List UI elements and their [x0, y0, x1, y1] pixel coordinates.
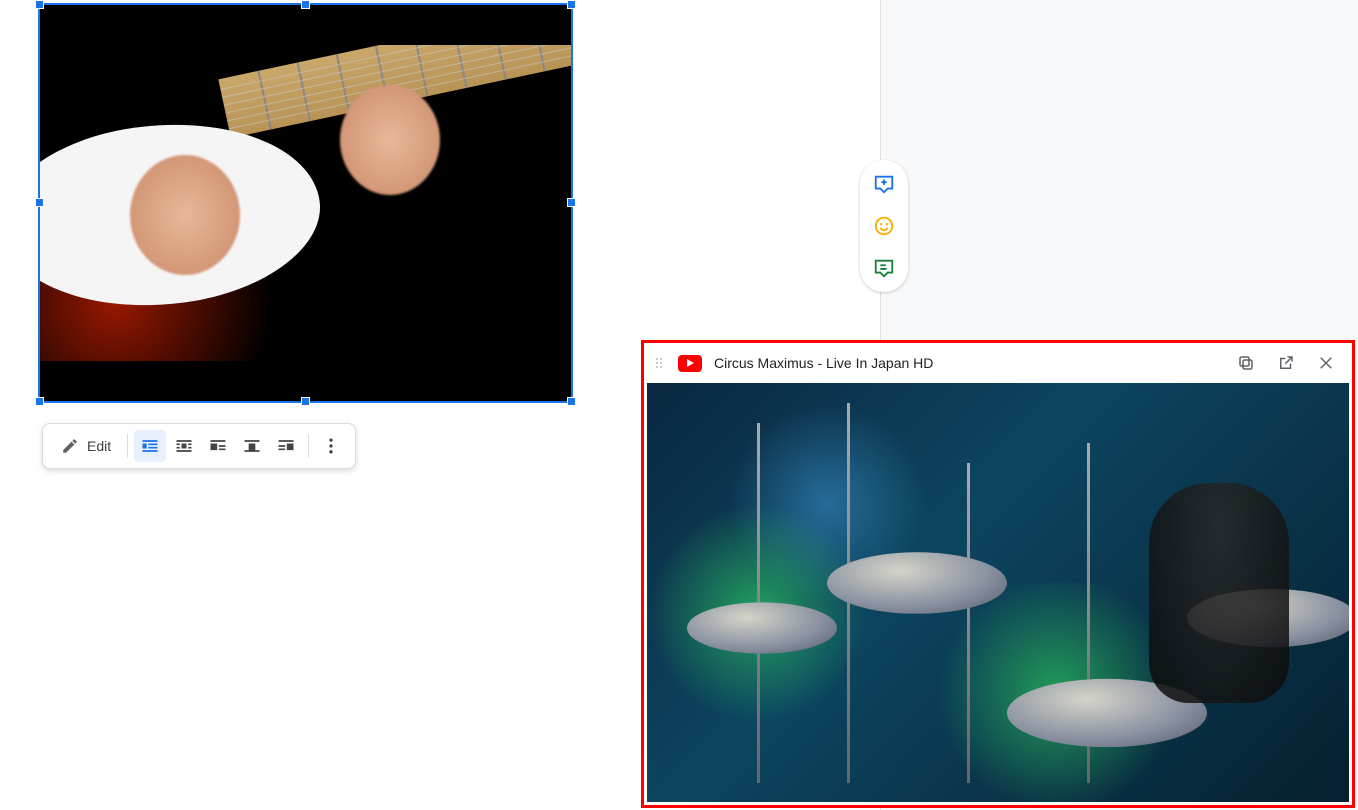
resize-handle-bl[interactable]	[35, 397, 44, 406]
align-center-icon	[242, 436, 262, 456]
wrap-inline-icon	[140, 436, 160, 456]
align-left-button[interactable]	[202, 430, 234, 462]
add-comment-icon	[873, 173, 895, 195]
image-toolbar: Edit	[42, 423, 356, 469]
add-comment-button[interactable]	[868, 168, 900, 200]
pip-video-frame[interactable]	[647, 383, 1349, 802]
copy-icon	[1237, 354, 1255, 372]
resize-handle-br[interactable]	[567, 397, 576, 406]
pip-copy-button[interactable]	[1232, 349, 1260, 377]
resize-handle-tm[interactable]	[301, 0, 310, 9]
more-vert-icon	[321, 436, 341, 456]
toolbar-divider	[308, 434, 309, 458]
more-options-button[interactable]	[315, 430, 347, 462]
emoji-icon	[873, 215, 895, 237]
selected-image-frame[interactable]	[38, 3, 573, 403]
youtube-logo-icon	[678, 355, 702, 372]
drag-handle-icon[interactable]	[656, 358, 666, 368]
pip-popout-button[interactable]	[1272, 349, 1300, 377]
suggest-edit-icon	[873, 257, 895, 279]
wrap-inline-button[interactable]	[134, 430, 166, 462]
align-right-icon	[276, 436, 296, 456]
image-content	[40, 45, 571, 361]
picture-in-picture-player[interactable]: Circus Maximus - Live In Japan HD	[641, 340, 1355, 808]
emoji-react-button[interactable]	[868, 210, 900, 242]
align-left-icon	[208, 436, 228, 456]
resize-handle-bm[interactable]	[301, 397, 310, 406]
side-action-rail	[860, 160, 908, 292]
resize-handle-ml[interactable]	[35, 198, 44, 207]
align-right-button[interactable]	[270, 430, 302, 462]
resize-handle-tl[interactable]	[35, 0, 44, 9]
align-center-button[interactable]	[236, 430, 268, 462]
popout-icon	[1277, 354, 1295, 372]
edit-button-label: Edit	[87, 438, 111, 454]
edit-button[interactable]: Edit	[51, 430, 121, 462]
toolbar-divider	[127, 434, 128, 458]
wrap-break-icon	[174, 436, 194, 456]
pip-video-title: Circus Maximus - Live In Japan HD	[714, 355, 1220, 371]
wrap-break-button[interactable]	[168, 430, 200, 462]
close-icon	[1317, 354, 1335, 372]
pencil-icon	[61, 437, 79, 455]
suggest-edit-button[interactable]	[868, 252, 900, 284]
resize-handle-tr[interactable]	[567, 0, 576, 9]
pip-close-button[interactable]	[1312, 349, 1340, 377]
pip-header[interactable]: Circus Maximus - Live In Japan HD	[644, 343, 1352, 383]
resize-handle-mr[interactable]	[567, 198, 576, 207]
